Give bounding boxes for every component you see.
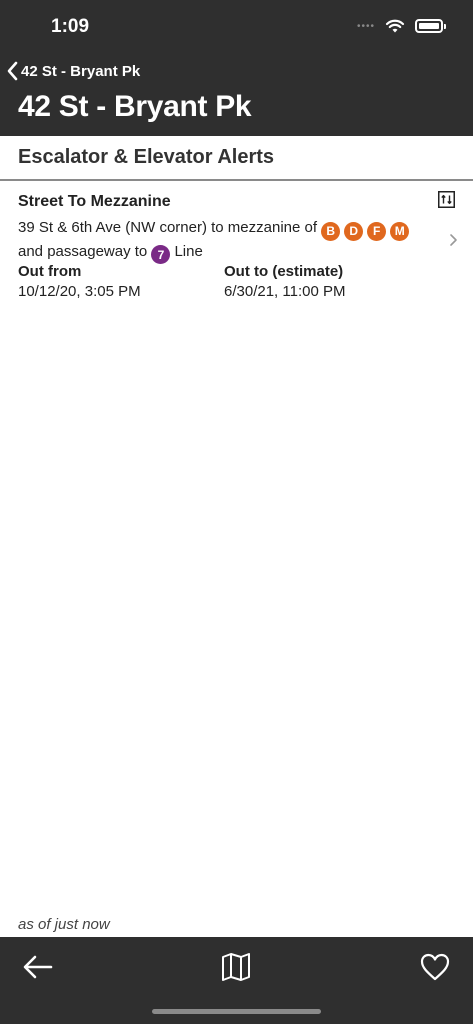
home-indicator [152,1009,321,1014]
line-d-bullet: D [344,221,364,241]
alert-title: Street To Mezzanine [18,193,171,210]
alert-description: 39 St & 6th Ave (NW corner) to mezzanine… [18,217,433,264]
bottom-toolbar [0,937,473,1024]
toolbar-favorite-button[interactable] [415,947,455,987]
status-time: 1:09 [51,16,90,37]
map-icon [222,953,250,981]
out-from-label: Out from [18,263,82,280]
signal-dots-icon: •••• [356,20,375,32]
last-updated-text: as of just now [18,916,110,933]
arrow-left-icon [23,955,53,979]
header: 1:09 •••• 42 St - Bryant Pk 42 St - Brya… [0,0,473,136]
toolbar-map-button[interactable] [216,947,256,987]
toolbar-back-button[interactable] [18,947,58,987]
line-f-bullet: F [367,221,387,241]
alert-row[interactable]: Street To Mezzanine 39 St & 6th Ave (NW … [0,181,473,303]
out-from-value: 10/12/20, 3:05 PM [18,283,141,300]
out-from: Out from 10/12/20, 3:05 PM [18,263,141,300]
heart-icon [420,953,450,981]
section-title: Escalator & Elevator Alerts [18,146,275,168]
desc-part3: Line [174,242,203,260]
battery-icon [415,19,446,33]
page-title: 42 St - Bryant Pk [18,90,252,123]
out-to: Out to (estimate) 6/30/21, 11:00 PM [224,263,345,300]
escalator-icon [438,191,455,208]
back-button-label: 42 St - Bryant Pk [21,62,141,80]
wifi-icon [385,19,405,33]
desc-part2: and passageway to [18,242,148,260]
out-to-label: Out to (estimate) [224,263,344,280]
desc-part1: 39 St & 6th Ave (NW corner) to mezzanine… [18,219,318,236]
line-m-bullet: M [390,221,410,241]
line-b-bullet: B [321,221,341,241]
status-icons: •••• [356,18,446,34]
back-button[interactable]: 42 St - Bryant Pk [6,61,140,81]
out-to-value: 6/30/21, 11:00 PM [224,283,346,300]
chevron-right-icon [450,234,457,246]
chevron-left-icon [7,61,18,81]
line-7-bullet: 7 [151,245,171,264]
